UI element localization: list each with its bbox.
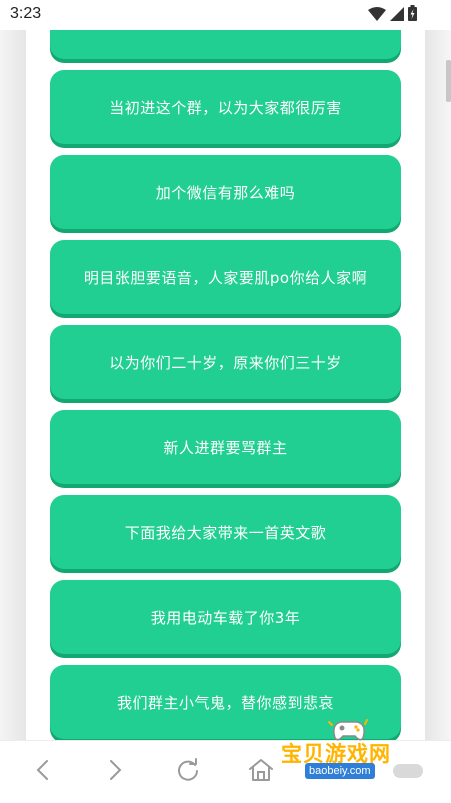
forward-icon <box>109 759 123 785</box>
wifi-icon <box>368 6 386 25</box>
phrase-button[interactable]: 下面我给大家带来一首英文歌 <box>50 495 401 569</box>
phrase-button[interactable] <box>50 30 401 59</box>
phrase-list: 当初进这个群，以为大家都很厉害 加个微信有那么难吗 明目张胆要语音，人家要肌po… <box>50 30 401 740</box>
battery-icon <box>408 5 417 25</box>
phrase-button[interactable]: 新人进群要骂群主 <box>50 410 401 484</box>
back-icon <box>35 759 49 785</box>
refresh-button[interactable] <box>171 755 205 789</box>
phrase-button[interactable]: 我用电动车载了你3年 <box>50 580 401 654</box>
status-bar: 3:23 <box>0 0 451 30</box>
watermark-url: baobeiy.com <box>305 763 375 779</box>
status-icons <box>368 5 417 25</box>
site-watermark: 宝贝游戏网 baobeiy.com <box>275 716 425 782</box>
phrase-button[interactable]: 加个微信有那么难吗 <box>50 155 401 229</box>
home-icon <box>248 758 274 786</box>
phrase-button[interactable]: 明目张胆要语音，人家要肌po你给人家啊 <box>50 240 401 314</box>
back-button[interactable] <box>25 755 59 789</box>
phrase-button[interactable]: 当初进这个群，以为大家都很厉害 <box>50 70 401 144</box>
page-margin-left <box>0 30 26 740</box>
status-time: 3:23 <box>10 5 42 22</box>
signal-icon <box>390 6 404 25</box>
home-button[interactable] <box>244 755 278 789</box>
toggle-switch[interactable] <box>393 764 423 778</box>
phrase-card: 当初进这个群，以为大家都很厉害 加个微信有那么难吗 明目张胆要语音，人家要肌po… <box>26 30 425 740</box>
page-scrollbar[interactable] <box>446 60 451 102</box>
refresh-icon <box>176 758 200 786</box>
forward-button[interactable] <box>99 755 133 789</box>
page-margin-right <box>425 30 451 740</box>
phrase-button[interactable]: 以为你们二十岁，原来你们三十岁 <box>50 325 401 399</box>
